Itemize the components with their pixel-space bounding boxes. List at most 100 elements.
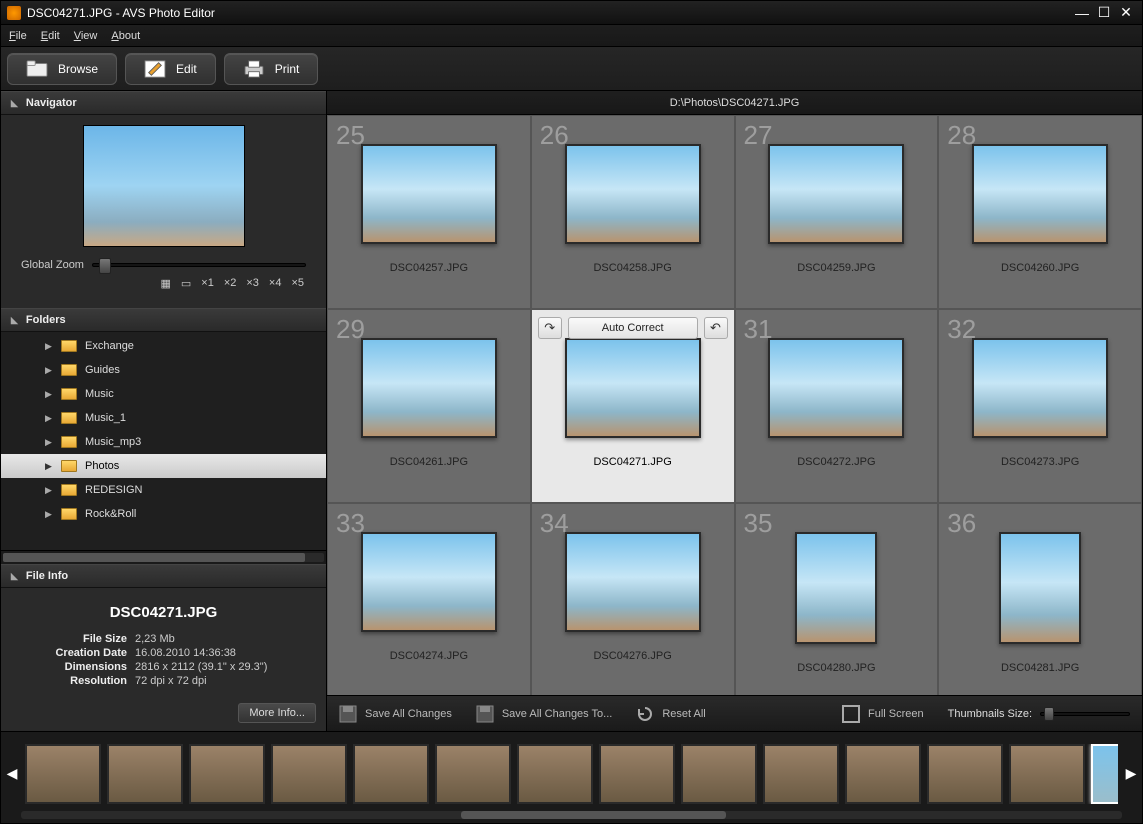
window-title: DSC04271.JPG - AVS Photo Editor: [27, 6, 1070, 20]
folder-icon: [61, 412, 77, 424]
navigator-panel: Global Zoom ▦ ▭ ×1 ×2 ×3 ×4 ×5: [1, 115, 326, 308]
filmstrip-item[interactable]: [107, 744, 183, 804]
zoom-x3[interactable]: ×3: [246, 277, 259, 290]
browse-label: Browse: [58, 62, 98, 76]
edit-label: Edit: [176, 62, 197, 76]
folder-icon: [61, 340, 77, 352]
menu-edit[interactable]: Edit: [41, 30, 60, 42]
filmstrip-next[interactable]: ▶: [1122, 743, 1140, 805]
filmstrip: ◀ ▶: [1, 731, 1142, 823]
content: Navigator Global Zoom ▦ ▭ ×1 ×2 ×3 ×4 ×5…: [1, 91, 1142, 731]
rotate-right-icon[interactable]: ↷: [538, 317, 562, 339]
zoom-x4[interactable]: ×4: [269, 277, 282, 290]
folder-item[interactable]: ▶Music_1: [1, 406, 326, 430]
filmstrip-scroll[interactable]: [1, 809, 1142, 823]
thumbnail-caption: DSC04258.JPG: [593, 262, 671, 274]
folders-panel: ▶Exchange▶Guides▶Music▶Music_1▶Music_mp3…: [1, 332, 326, 564]
zoom-x2[interactable]: ×2: [224, 277, 237, 290]
fileinfo-panel: DSC04271.JPG File Size2,23 Mb Creation D…: [1, 588, 326, 699]
maximize-button[interactable]: ☐: [1094, 5, 1114, 21]
filmstrip-item[interactable]: [681, 744, 757, 804]
folder-item[interactable]: ▶Guides: [1, 358, 326, 382]
moreinfo-button[interactable]: More Info...: [238, 703, 316, 723]
save-all-button[interactable]: Save All Changes: [339, 705, 452, 723]
folders-header[interactable]: Folders: [1, 308, 326, 332]
filmstrip-item[interactable]: [189, 744, 265, 804]
print-button[interactable]: Print: [224, 53, 319, 85]
filmstrip-item[interactable]: [599, 744, 675, 804]
filmstrip-item[interactable]: [271, 744, 347, 804]
thumbnail-cell[interactable]: 36DSC04281.JPG: [938, 503, 1142, 695]
folder-item[interactable]: ▶Rock&Roll: [1, 502, 326, 526]
filmstrip-item[interactable]: [845, 744, 921, 804]
minimize-button[interactable]: —: [1072, 5, 1092, 21]
thumbnail-cell[interactable]: 28DSC04260.JPG: [938, 115, 1142, 309]
thumbnail-caption: DSC04280.JPG: [797, 662, 875, 674]
folder-item[interactable]: ▶REDESIGN: [1, 478, 326, 502]
filmstrip-prev[interactable]: ◀: [3, 743, 21, 805]
menubar: File Edit View About: [1, 25, 1142, 47]
fileinfo-header[interactable]: File Info: [1, 564, 326, 588]
thumbnail-cell[interactable]: 31DSC04272.JPG: [735, 309, 939, 503]
thumbnail-grid[interactable]: 25DSC04257.JPG26DSC04258.JPG27DSC04259.J…: [327, 115, 1142, 695]
thumbnail-image: [361, 144, 497, 244]
navigator-header[interactable]: Navigator: [1, 91, 326, 115]
thumbnail-image: [768, 144, 904, 244]
undo-icon: [636, 705, 654, 723]
thumbnail-cell[interactable]: 25DSC04257.JPG: [327, 115, 531, 309]
thumbnail-cell[interactable]: 33DSC04274.JPG: [327, 503, 531, 695]
thumb-index: 34: [540, 508, 569, 539]
menu-file[interactable]: File: [9, 30, 27, 42]
thumbnail-caption: DSC04273.JPG: [1001, 456, 1079, 468]
filmstrip-item[interactable]: [1009, 744, 1085, 804]
thumbnail-cell[interactable]: 26DSC04258.JPG: [531, 115, 735, 309]
filmstrip-item[interactable]: [25, 744, 101, 804]
folder-item[interactable]: ▶Exchange: [1, 334, 326, 358]
thumbnail-cell[interactable]: 35DSC04280.JPG: [735, 503, 939, 695]
zoom-fit-icon[interactable]: ▭: [181, 277, 191, 290]
thumb-index: 31: [744, 314, 773, 345]
reset-all-button[interactable]: Reset All: [636, 705, 705, 723]
menu-view[interactable]: View: [74, 30, 98, 42]
navigator-thumb[interactable]: [83, 125, 245, 247]
thumbnail-image: [361, 532, 497, 632]
fullscreen-button[interactable]: Full Screen: [842, 705, 924, 723]
thumbnail-cell[interactable]: 29DSC04261.JPG: [327, 309, 531, 503]
zoom-x5[interactable]: ×5: [291, 277, 304, 290]
print-label: Print: [275, 62, 300, 76]
zoom-x1[interactable]: ×1: [201, 277, 214, 290]
auto-correct-button[interactable]: Auto Correct: [568, 317, 698, 339]
thumbnail-cell[interactable]: 34DSC04276.JPG: [531, 503, 735, 695]
folder-item[interactable]: ▶Music: [1, 382, 326, 406]
thumbnail-cell[interactable]: ↷Auto Correct↶DSC04271.JPG: [531, 309, 735, 503]
thumbnail-size: Thumbnails Size:: [948, 708, 1130, 720]
zoom-buttons: ▦ ▭ ×1 ×2 ×3 ×4 ×5: [11, 273, 316, 298]
filmstrip-item[interactable]: [435, 744, 511, 804]
zoom-slider[interactable]: [92, 263, 306, 267]
zoom-grid-icon[interactable]: ▦: [160, 277, 170, 290]
folder-item[interactable]: ▶Music_mp3: [1, 430, 326, 454]
filmstrip-item[interactable]: [927, 744, 1003, 804]
edit-button[interactable]: Edit: [125, 53, 216, 85]
thumbnail-cell[interactable]: 27DSC04259.JPG: [735, 115, 939, 309]
filmstrip-item[interactable]: [763, 744, 839, 804]
filmstrip-items[interactable]: [25, 744, 1118, 804]
sidebar: Navigator Global Zoom ▦ ▭ ×1 ×2 ×3 ×4 ×5…: [1, 91, 327, 731]
filmstrip-item[interactable]: [517, 744, 593, 804]
thumbnail-cell[interactable]: 32DSC04273.JPG: [938, 309, 1142, 503]
browse-button[interactable]: Browse: [7, 53, 117, 85]
folders-scroll[interactable]: [1, 550, 326, 564]
zoom-label: Global Zoom: [21, 259, 84, 271]
folder-icon: [61, 436, 77, 448]
thumbnail-image: [361, 338, 497, 438]
menu-about[interactable]: About: [111, 30, 140, 42]
filmstrip-item[interactable]: [353, 744, 429, 804]
filmstrip-item[interactable]: [1091, 744, 1118, 804]
close-button[interactable]: ✕: [1116, 5, 1136, 21]
folder-tree[interactable]: ▶Exchange▶Guides▶Music▶Music_1▶Music_mp3…: [1, 332, 326, 550]
folder-item[interactable]: ▶Photos: [1, 454, 326, 478]
save-all-to-button[interactable]: Save All Changes To...: [476, 705, 612, 723]
thumbnail-size-slider[interactable]: [1040, 712, 1130, 716]
titlebar: DSC04271.JPG - AVS Photo Editor — ☐ ✕: [1, 1, 1142, 25]
rotate-left-icon[interactable]: ↶: [704, 317, 728, 339]
